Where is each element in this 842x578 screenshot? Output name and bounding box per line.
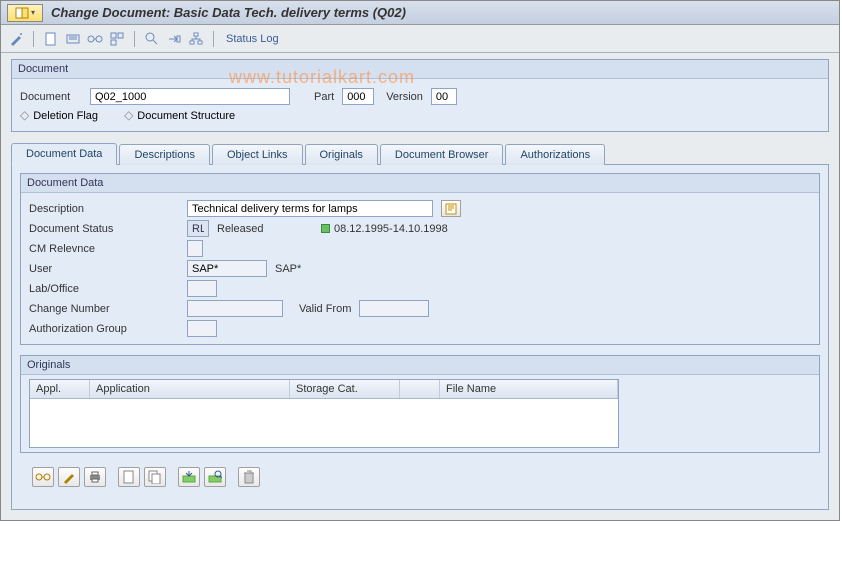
- label-version: Version: [386, 91, 423, 103]
- tool-display-icon[interactable]: [64, 30, 82, 48]
- originals-rows[interactable]: [30, 399, 618, 447]
- label-validfrom: Valid From: [299, 303, 351, 315]
- input-validfrom[interactable]: [359, 300, 429, 317]
- tool-wand-icon[interactable]: [7, 30, 25, 48]
- copy-icon[interactable]: [144, 467, 166, 487]
- input-part[interactable]: [342, 88, 374, 105]
- glasses-icon[interactable]: [32, 467, 54, 487]
- tool-classify-icon[interactable]: [108, 30, 126, 48]
- label-description: Description: [29, 203, 179, 215]
- app-menu-icon[interactable]: ▾: [7, 4, 43, 22]
- tool-hierarchy-icon[interactable]: [187, 30, 205, 48]
- input-auth[interactable]: [187, 320, 217, 337]
- tool-search-icon[interactable]: [143, 30, 161, 48]
- tool-glasses-icon[interactable]: [86, 30, 104, 48]
- input-lab[interactable]: [187, 280, 217, 297]
- input-document[interactable]: [90, 88, 290, 105]
- document-data-panel: Document Data Description Document Statu…: [20, 173, 820, 345]
- label-status: Document Status: [29, 223, 179, 235]
- originals-title: Originals: [21, 356, 819, 375]
- label-auth: Authorization Group: [29, 323, 179, 335]
- col-appl[interactable]: Appl.: [30, 380, 90, 398]
- input-change[interactable]: [187, 300, 283, 317]
- status-green-icon: [321, 224, 330, 233]
- date-range-field: 08.12.1995-14.10.1998: [321, 223, 448, 235]
- col-filename[interactable]: File Name: [440, 380, 618, 398]
- tab-document-browser[interactable]: Document Browser: [380, 144, 504, 165]
- checkout-icon[interactable]: [204, 467, 226, 487]
- document-group: Document Document Part Version ◇Deletion…: [11, 59, 829, 132]
- user-name: SAP*: [275, 263, 301, 275]
- checkin-icon[interactable]: [178, 467, 200, 487]
- tab-descriptions[interactable]: Descriptions: [119, 144, 210, 165]
- toolbar: Status Log: [1, 25, 839, 53]
- label-lab: Lab/Office: [29, 283, 179, 295]
- document-structure-field: ◇Document Structure: [124, 108, 235, 122]
- col-storage[interactable]: Storage Cat.: [290, 380, 400, 398]
- col-application[interactable]: Application: [90, 380, 290, 398]
- pencil-icon[interactable]: [58, 467, 80, 487]
- tool-page-icon[interactable]: [42, 30, 60, 48]
- diamond-icon: ◇: [124, 108, 133, 122]
- originals-panel: Originals Appl. Application Storage Cat.…: [20, 355, 820, 453]
- input-version[interactable]: [431, 88, 457, 105]
- label-user: User: [29, 263, 179, 275]
- status-text: Released: [217, 223, 313, 235]
- status-log-link[interactable]: Status Log: [222, 33, 283, 45]
- document-data-title: Document Data: [21, 174, 819, 193]
- tab-originals[interactable]: Originals: [305, 144, 378, 165]
- title-bar: ▾ Change Document: Basic Data Tech. deli…: [1, 1, 839, 25]
- page-title: Change Document: Basic Data Tech. delive…: [51, 5, 406, 20]
- tab-document-data[interactable]: Document Data: [11, 143, 117, 165]
- input-description[interactable]: [187, 200, 433, 217]
- tab-object-links[interactable]: Object Links: [212, 144, 303, 165]
- tab-panel: Document Data Description Document Statu…: [11, 164, 829, 510]
- tab-strip: Document Data Descriptions Object Links …: [11, 142, 829, 164]
- originals-toolbar: [20, 463, 820, 497]
- delete-icon[interactable]: [238, 467, 260, 487]
- diamond-icon: ◇: [20, 108, 29, 122]
- deletion-flag-field: ◇Deletion Flag: [20, 108, 98, 122]
- originals-table: Appl. Application Storage Cat. File Name: [29, 379, 619, 448]
- input-user[interactable]: [187, 260, 267, 277]
- label-change: Change Number: [29, 303, 179, 315]
- label-cm: CM Relevnce: [29, 243, 179, 255]
- col-blank[interactable]: [400, 380, 440, 398]
- status-code: [187, 220, 209, 237]
- long-text-button[interactable]: [441, 200, 461, 217]
- create-icon[interactable]: [118, 467, 140, 487]
- tab-authorizations[interactable]: Authorizations: [505, 144, 605, 165]
- input-cm[interactable]: [187, 240, 203, 257]
- document-group-title: Document: [12, 60, 828, 79]
- label-part: Part: [314, 91, 334, 103]
- label-document: Document: [20, 91, 82, 103]
- print-icon[interactable]: [84, 467, 106, 487]
- tool-transport-icon[interactable]: [165, 30, 183, 48]
